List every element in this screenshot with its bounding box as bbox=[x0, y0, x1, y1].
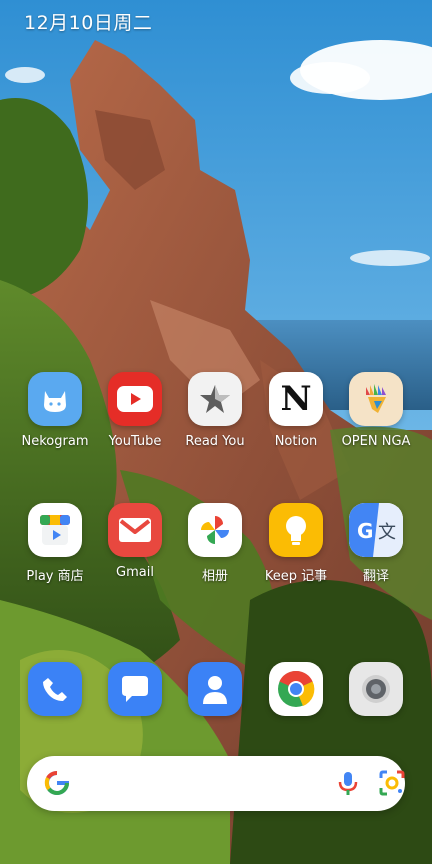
app-youtube[interactable]: YouTube bbox=[92, 372, 178, 449]
app-label: Read You bbox=[185, 434, 245, 449]
mic-icon[interactable] bbox=[333, 768, 363, 802]
dock-camera[interactable] bbox=[333, 662, 419, 716]
google-search-bar[interactable] bbox=[27, 756, 405, 811]
app-open-nga[interactable]: OPEN NGA bbox=[333, 372, 419, 449]
play-store-icon bbox=[28, 503, 82, 557]
youtube-icon bbox=[108, 372, 162, 426]
dock-phone[interactable] bbox=[12, 662, 98, 716]
app-label: Keep 记事 bbox=[264, 569, 328, 584]
app-label: 翻译 bbox=[362, 569, 389, 584]
app-photos[interactable]: 相册 bbox=[172, 503, 258, 584]
app-label: Nekogram bbox=[21, 434, 89, 449]
dock-messages[interactable] bbox=[92, 662, 178, 716]
app-label: 相册 bbox=[201, 569, 228, 584]
contacts-icon bbox=[188, 662, 242, 716]
google-g-icon[interactable] bbox=[43, 769, 71, 801]
app-label: Play 商店 bbox=[26, 569, 84, 584]
phone-icon bbox=[28, 662, 82, 716]
app-gmail[interactable]: Gmail bbox=[92, 503, 178, 580]
dock-contacts[interactable] bbox=[172, 662, 258, 716]
app-keep[interactable]: Keep 记事 bbox=[253, 503, 339, 584]
mail-icon bbox=[108, 503, 162, 557]
nga-icon bbox=[349, 372, 403, 426]
app-notion[interactable]: N Notion bbox=[253, 372, 339, 449]
notion-icon: N bbox=[269, 372, 323, 426]
dock-chrome[interactable] bbox=[253, 662, 339, 716]
app-label: OPEN NGA bbox=[341, 434, 411, 449]
app-label: YouTube bbox=[108, 434, 162, 449]
lens-icon[interactable] bbox=[377, 768, 407, 802]
home-screen: Nekogram YouTube Read You N Notion OPEN … bbox=[0, 0, 432, 864]
camera-icon bbox=[349, 662, 403, 716]
chrome-icon bbox=[269, 662, 323, 716]
translate-icon: G 文 bbox=[349, 503, 403, 557]
app-label: Gmail bbox=[116, 565, 154, 580]
photos-icon bbox=[188, 503, 242, 557]
star-icon bbox=[188, 372, 242, 426]
app-nekogram[interactable]: Nekogram bbox=[12, 372, 98, 449]
svg-text:G: G bbox=[357, 519, 373, 543]
messages-icon bbox=[108, 662, 162, 716]
app-label: Notion bbox=[274, 434, 318, 449]
cat-icon bbox=[28, 372, 82, 426]
keep-bulb-icon bbox=[269, 503, 323, 557]
svg-text:文: 文 bbox=[378, 522, 396, 543]
app-read-you[interactable]: Read You bbox=[172, 372, 258, 449]
app-play-store[interactable]: Play 商店 bbox=[12, 503, 98, 584]
search-input[interactable] bbox=[87, 768, 317, 798]
app-translate[interactable]: G 文 翻译 bbox=[333, 503, 419, 584]
